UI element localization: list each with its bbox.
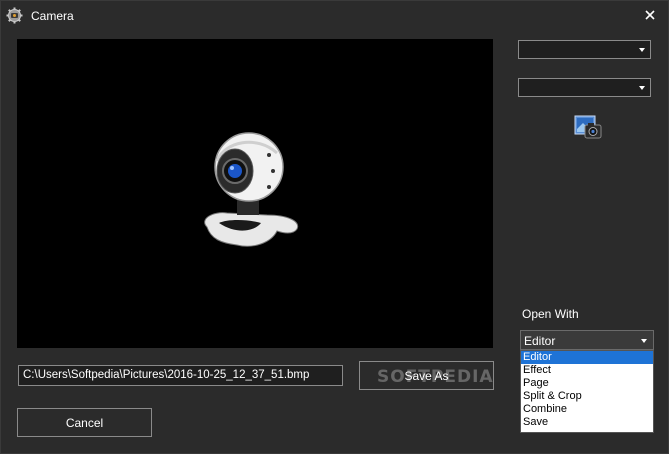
save-as-label: Save As <box>404 368 449 383</box>
dropdown-option-page[interactable]: Page <box>521 377 653 390</box>
save-as-button[interactable]: Save As <box>359 361 494 390</box>
webcam-icon <box>197 131 307 255</box>
chevron-down-icon <box>639 48 645 52</box>
close-button[interactable] <box>637 5 663 27</box>
device-combobox[interactable] <box>518 40 651 59</box>
open-with-select[interactable]: Editor <box>520 330 654 350</box>
cancel-button[interactable]: Cancel <box>17 408 152 437</box>
open-with-selected-value: Editor <box>524 334 556 348</box>
dropdown-option-combine[interactable]: Combine <box>521 403 653 416</box>
chevron-down-icon <box>639 86 645 90</box>
cancel-label: Cancel <box>65 415 104 430</box>
capture-button[interactable] <box>573 113 603 141</box>
resolution-combobox[interactable] <box>518 78 651 97</box>
file-path-field[interactable]: C:\Users\Softpedia\Pictures\2016-10-25_1… <box>18 365 343 386</box>
camera-window: Camera Open With Editor Editor Effect Pa… <box>0 0 669 454</box>
chevron-down-icon <box>641 339 647 343</box>
dropdown-option-effect[interactable]: Effect <box>521 364 653 377</box>
close-icon <box>645 9 655 23</box>
open-with-dropdown-list: Editor Effect Page Split & Crop Combine … <box>520 350 654 433</box>
dropdown-option-save[interactable]: Save <box>521 416 653 429</box>
camera-capture-icon <box>573 115 603 144</box>
open-with-label: Open With <box>522 307 579 321</box>
dropdown-option-editor[interactable]: Editor <box>521 351 653 364</box>
dropdown-option-split-crop[interactable]: Split & Crop <box>521 390 653 403</box>
window-title: Camera <box>31 9 74 23</box>
title-bar: Camera <box>1 1 668 31</box>
camera-preview <box>17 39 493 348</box>
gear-camera-icon <box>6 7 23 24</box>
